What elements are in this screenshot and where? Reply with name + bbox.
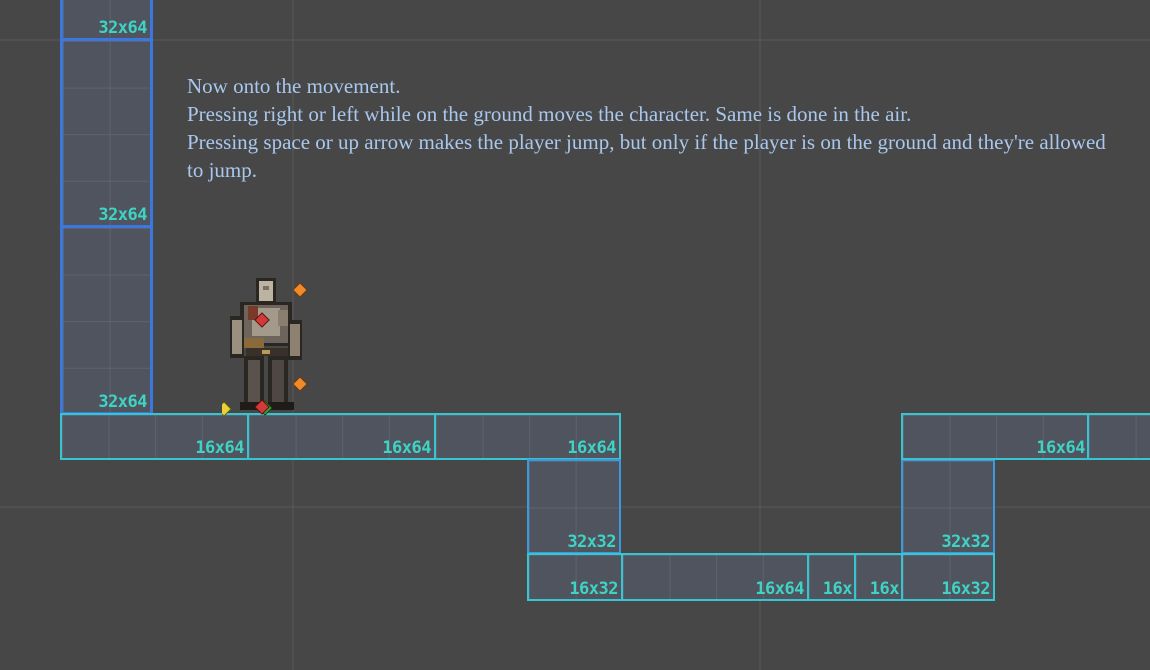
floor-tile-3[interactable]: 16x64 — [434, 413, 621, 460]
floor-tile-4[interactable]: 16x64 — [901, 413, 1090, 460]
pit-floor-tile[interactable]: 16x64 — [621, 553, 809, 601]
tile-size-label: 16x32 — [941, 579, 990, 599]
tile-size-label: 32x64 — [98, 18, 147, 38]
tile-size-label: 16x — [869, 579, 900, 599]
instruction-line-1: Now onto the movement. — [187, 74, 401, 98]
tutorial-instructions: Now onto the movement. Pressing right or… — [187, 72, 1122, 184]
tile-size-label: 32x64 — [98, 392, 147, 412]
pit-small-tile-1[interactable]: 16x — [807, 553, 856, 601]
tile-size-label: 16x64 — [755, 579, 804, 599]
instruction-line-3: Pressing space or up arrow makes the pla… — [187, 130, 1106, 182]
tile-size-label: 16x32 — [569, 579, 618, 599]
tile-size-label: 16x64 — [1036, 438, 1085, 458]
pit-left-tile-upper[interactable]: 32x32 — [527, 459, 621, 554]
wall-tile-bottom[interactable]: 32x64 — [60, 225, 153, 415]
tile-size-label: 32x32 — [567, 532, 616, 552]
player-character[interactable] — [222, 276, 312, 416]
tile-size-label: 16x64 — [195, 438, 244, 458]
floor-tile-5[interactable] — [1087, 413, 1150, 460]
tile-size-label: 16x64 — [382, 438, 431, 458]
pit-small-tile-2[interactable]: 16x — [854, 553, 903, 601]
gizmo-handle-icon[interactable] — [292, 282, 308, 298]
floor-tile-2[interactable]: 16x64 — [247, 413, 436, 460]
gizmo-handle-icon[interactable] — [292, 376, 308, 392]
instruction-line-2: Pressing right or left while on the grou… — [187, 102, 912, 126]
tile-size-label: 16x — [822, 579, 853, 599]
pit-left-tile-lower[interactable]: 16x32 — [527, 553, 623, 601]
pit-right-tile-lower[interactable]: 16x32 — [901, 553, 995, 601]
wall-tile-middle[interactable]: 32x64 — [60, 38, 153, 228]
tile-size-label: 16x64 — [567, 438, 616, 458]
tile-size-label: 32x64 — [98, 205, 147, 225]
pit-right-tile-upper[interactable]: 32x32 — [901, 459, 995, 554]
character-sprite — [230, 278, 302, 410]
gizmo-handle-icon[interactable] — [222, 401, 232, 416]
floor-tile-1[interactable]: 16x64 — [60, 413, 249, 460]
wall-tile-top[interactable]: 32x64 — [60, 0, 153, 41]
tile-size-label: 32x32 — [941, 532, 990, 552]
